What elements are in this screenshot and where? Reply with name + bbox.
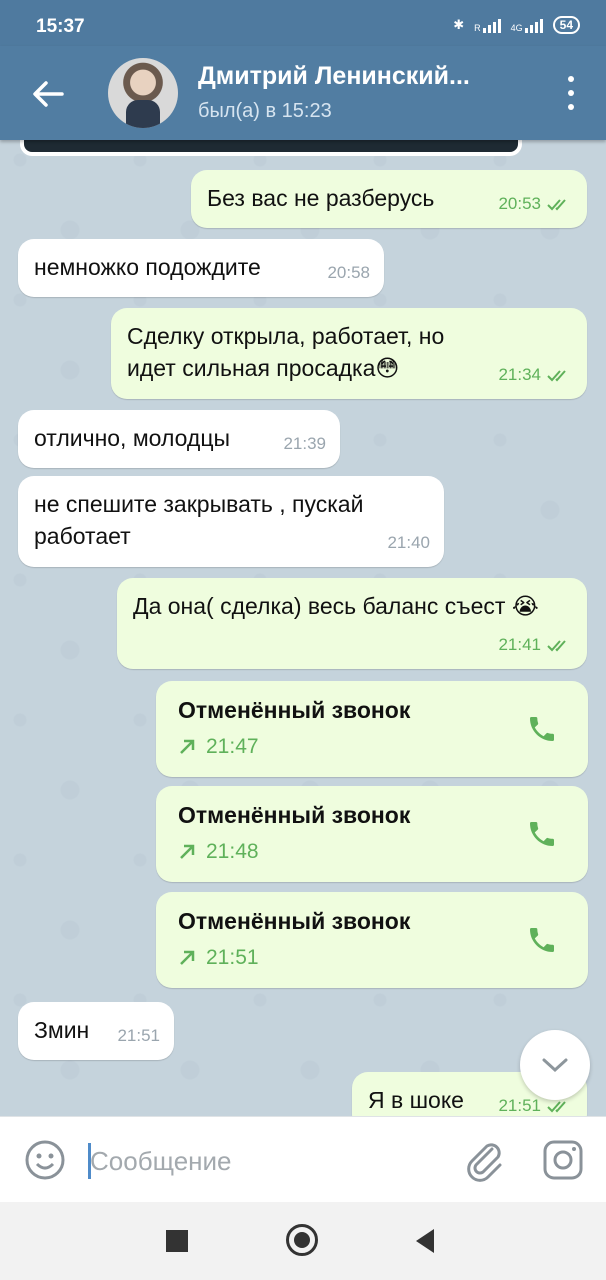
call-title: Отменённый звонок xyxy=(178,802,411,828)
message-outgoing[interactable]: Сделку открыла, работает, но идет сильна… xyxy=(111,308,587,399)
message-input-bar xyxy=(0,1116,606,1202)
network-label-4g: 4G xyxy=(510,23,523,33)
call-time: 21:47 xyxy=(206,735,259,758)
battery-indicator: 54 xyxy=(552,16,580,34)
emoji-icon[interactable] xyxy=(24,1139,66,1181)
more-options-icon[interactable] xyxy=(566,76,576,110)
message-time: 21:51 xyxy=(117,1026,160,1045)
chevron-down-icon xyxy=(542,1058,568,1073)
call-time: 21:51 xyxy=(206,946,259,969)
double-check-icon xyxy=(547,640,566,652)
network-label-r: R xyxy=(474,23,481,33)
scroll-down-button[interactable] xyxy=(520,1030,590,1100)
status-bar: 15:37 ✱ R 4G 54 xyxy=(0,0,606,46)
signal-icon-1: R xyxy=(474,17,501,33)
previous-media-message[interactable] xyxy=(20,140,522,156)
call-title: Отменённый звонок xyxy=(178,908,411,934)
message-incoming[interactable]: отлично, молодцы 21:39 xyxy=(18,410,340,468)
attach-icon[interactable] xyxy=(462,1137,508,1183)
system-icons: ✱ R 4G 54 xyxy=(453,16,580,34)
double-check-icon xyxy=(547,370,566,382)
phone-icon[interactable] xyxy=(526,924,558,956)
outgoing-arrow-icon xyxy=(180,950,195,965)
last-seen-status: был(а) в 15:23 xyxy=(198,100,332,122)
message-text: Да она( сделка) весь баланс съест 😭 xyxy=(133,593,539,619)
message-incoming[interactable]: немножко подождите 20:58 xyxy=(18,239,384,297)
message-incoming[interactable]: Змин 21:51 xyxy=(18,1002,174,1060)
message-incoming[interactable]: не спешите закрывать , пускай работает 2… xyxy=(18,476,444,567)
cancelled-call-message[interactable]: Отменённый звонок 21:48 xyxy=(156,786,588,882)
avatar[interactable] xyxy=(108,58,178,128)
message-time: 21:41 xyxy=(498,635,541,654)
message-time: 21:40 xyxy=(387,533,430,552)
message-time: 20:58 xyxy=(327,263,370,282)
call-title: Отменённый звонок xyxy=(178,697,411,723)
system-back-button[interactable] xyxy=(416,1229,434,1253)
call-time: 21:48 xyxy=(206,840,259,863)
message-outgoing[interactable]: Без вас не разберусь 20:53 xyxy=(191,170,587,228)
double-check-icon xyxy=(547,1101,566,1113)
back-arrow-icon[interactable] xyxy=(28,74,68,114)
camera-icon[interactable] xyxy=(540,1137,586,1183)
chat-header: Дмитрий Ленинский... был(а) в 15:23 xyxy=(0,46,606,140)
recent-apps-button[interactable] xyxy=(166,1230,188,1252)
message-outgoing[interactable]: Да она( сделка) весь баланс съест 😭 21:4… xyxy=(117,578,587,669)
message-time: 21:39 xyxy=(283,434,326,453)
message-text: не спешите закрывать , пускай работает xyxy=(34,491,364,549)
outgoing-arrow-icon xyxy=(180,844,195,859)
message-time: 21:34 xyxy=(498,365,541,384)
cancelled-call-message[interactable]: Отменённый звонок 21:51 xyxy=(156,892,588,988)
phone-icon[interactable] xyxy=(526,818,558,850)
contact-name[interactable]: Дмитрий Ленинский... xyxy=(198,62,528,91)
chat-messages[interactable]: Без вас не разберусь 20:53 немножко подо… xyxy=(0,140,606,1116)
double-check-icon xyxy=(547,199,566,211)
signal-icon-2: 4G xyxy=(511,17,543,33)
system-navigation-bar xyxy=(0,1202,606,1280)
bluetooth-icon: ✱ xyxy=(453,17,465,32)
cancelled-call-message[interactable]: Отменённый звонок 21:47 xyxy=(156,681,588,777)
phone-icon[interactable] xyxy=(526,713,558,745)
outgoing-arrow-icon xyxy=(180,739,195,754)
message-time: 20:53 xyxy=(498,194,541,213)
status-time: 15:37 xyxy=(36,16,85,37)
message-input[interactable] xyxy=(90,1141,450,1181)
home-button[interactable] xyxy=(286,1224,318,1256)
